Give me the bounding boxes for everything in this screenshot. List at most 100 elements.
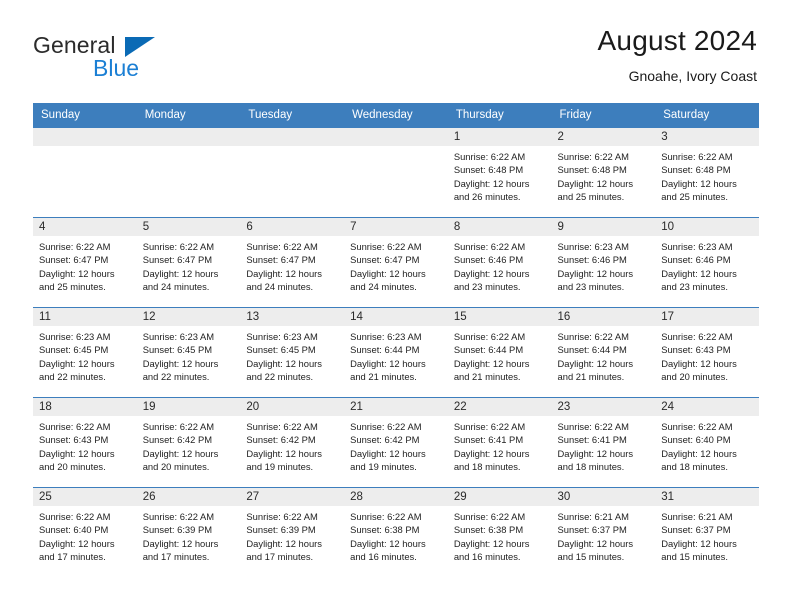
calendar-day-cell[interactable]: 7 Sunrise: 6:22 AM Sunset: 6:47 PM Daylight… [344,217,448,308]
day-number: 25 [33,488,137,506]
sunrise-text: Sunrise: 6:23 AM [350,331,422,342]
calendar-day-cell[interactable]: 1 Sunrise: 6:22 AM Sunset: 6:48 PM Daylight… [447,127,552,218]
day-number: 5 [136,218,241,236]
day-number: 1 [447,128,552,146]
day-number: 21 [344,398,448,416]
sunset-text: Sunset: 6:37 PM [661,524,731,536]
weekday-header-monday: Monday [136,103,241,128]
calendar-day-cell[interactable]: 9 Sunrise: 6:23 AM Sunset: 6:46 PM Daylight… [551,217,656,308]
daylight-text-line1: Daylight: 12 hours [453,357,530,369]
daylight-text-line1: Daylight: 12 hours [557,537,634,549]
sunset-text: Sunset: 6:46 PM [661,254,731,266]
generalblue-logo[interactable]: General Blue [33,24,163,80]
calendar-day-cell[interactable]: 19 Sunrise: 6:22 AM Sunset: 6:42 PM Dayligh… [136,397,241,488]
sunset-text: Sunset: 6:46 PM [453,254,524,266]
sunrise-text: Sunrise: 6:22 AM [661,421,733,432]
day-details: Sunrise: 6:22 AM Sunset: 6:44 PM Daylight:… [448,326,552,383]
daylight-text-line2: and 20 minutes. [142,460,210,472]
sunrise-text: Sunrise: 6:21 AM [661,511,733,522]
calendar-day-cell[interactable]: 27 Sunrise: 6:22 AM Sunset: 6:39 PM Dayligh… [240,487,345,578]
day-details: Sunrise: 6:22 AM Sunset: 6:42 PM Daylight:… [344,416,448,473]
calendar-day-cell[interactable]: 18 Sunrise: 6:22 AM Sunset: 6:43 PM Dayligh… [33,397,137,488]
daylight-text-line1: Daylight: 12 hours [453,447,530,459]
day-details: Sunrise: 6:22 AM Sunset: 6:47 PM Daylight:… [137,236,241,293]
day-number [240,128,345,146]
daylight-text-line1: Daylight: 12 hours [350,447,426,459]
day-number: 17 [655,308,759,326]
calendar-day-cell[interactable]: 29 Sunrise: 6:22 AM Sunset: 6:38 PM Dayligh… [447,487,552,578]
calendar-day-cell[interactable]: 16 Sunrise: 6:22 AM Sunset: 6:44 PM Dayligh… [551,307,656,398]
sunrise-text: Sunrise: 6:22 AM [350,511,422,522]
day-number: 10 [655,218,759,236]
calendar-day-cell[interactable]: 12 Sunrise: 6:23 AM Sunset: 6:45 PM Dayligh… [136,307,241,398]
daylight-text-line2: and 17 minutes. [142,550,210,562]
calendar-day-cell[interactable]: 2 Sunrise: 6:22 AM Sunset: 6:48 PM Daylight… [551,127,656,218]
daylight-text-line2: and 23 minutes. [557,280,625,292]
sunset-text: Sunset: 6:39 PM [246,524,316,536]
sunset-text: Sunset: 6:41 PM [453,434,524,446]
sunset-text: Sunset: 6:42 PM [350,434,420,446]
daylight-text-line2: and 24 minutes. [142,280,210,292]
weekday-header-saturday: Saturday [655,103,759,128]
logo-text-blue: Blue [93,55,140,81]
sunset-text: Sunset: 6:48 PM [661,164,731,176]
calendar-day-cell[interactable]: 30 Sunrise: 6:21 AM Sunset: 6:37 PM Dayligh… [551,487,656,578]
daylight-text-line1: Daylight: 12 hours [350,267,426,279]
calendar-day-cell[interactable]: 8 Sunrise: 6:22 AM Sunset: 6:46 PM Daylight… [447,217,552,308]
calendar-day-cell[interactable]: 11 Sunrise: 6:23 AM Sunset: 6:45 PM Dayligh… [33,307,137,398]
calendar-day-cell[interactable]: 26 Sunrise: 6:22 AM Sunset: 6:39 PM Dayligh… [136,487,241,578]
sunrise-text: Sunrise: 6:22 AM [661,151,733,162]
day-details: Sunrise: 6:23 AM Sunset: 6:45 PM Daylight:… [33,326,137,383]
weekday-header-friday: Friday [551,103,656,128]
day-details: Sunrise: 6:21 AM Sunset: 6:37 PM Daylight:… [552,506,656,563]
calendar-day-cell[interactable]: 24 Sunrise: 6:22 AM Sunset: 6:40 PM Dayligh… [655,397,759,488]
page-title: August 2024 [597,25,757,56]
daylight-text-line1: Daylight: 12 hours [557,357,634,369]
sunset-text: Sunset: 6:42 PM [142,434,213,446]
calendar-day-cell[interactable]: 10 Sunrise: 6:23 AM Sunset: 6:46 PM Dayligh… [655,217,759,308]
sunset-text: Sunset: 6:43 PM [39,434,109,446]
weekday-header-wednesday: Wednesday [344,103,448,128]
daylight-text-line2: and 26 minutes. [453,190,521,202]
calendar-day-cell[interactable]: 17 Sunrise: 6:22 AM Sunset: 6:43 PM Dayligh… [655,307,759,398]
sunrise-text: Sunrise: 6:22 AM [453,511,526,522]
daylight-text-line1: Daylight: 12 hours [39,357,115,369]
sunset-text: Sunset: 6:47 PM [142,254,213,266]
sunrise-text: Sunrise: 6:22 AM [39,421,111,432]
sunrise-text: Sunrise: 6:22 AM [142,511,215,522]
sunset-text: Sunset: 6:47 PM [350,254,420,266]
calendar-day-cell[interactable]: 31 Sunrise: 6:21 AM Sunset: 6:37 PM Dayligh… [655,487,759,578]
calendar-day-cell[interactable]: 4 Sunrise: 6:22 AM Sunset: 6:47 PM Daylight… [33,217,137,308]
calendar-day-cell[interactable]: 13 Sunrise: 6:23 AM Sunset: 6:45 PM Dayligh… [240,307,345,398]
calendar-day-cell[interactable]: 23 Sunrise: 6:22 AM Sunset: 6:41 PM Dayligh… [551,397,656,488]
daylight-text-line1: Daylight: 12 hours [661,537,737,549]
day-number [33,128,137,146]
day-number: 9 [551,218,656,236]
daylight-text-line1: Daylight: 12 hours [39,267,115,279]
sunset-text: Sunset: 6:41 PM [557,434,627,446]
day-details: Sunrise: 6:22 AM Sunset: 6:43 PM Daylight:… [655,326,759,383]
calendar-day-cell[interactable]: 28 Sunrise: 6:22 AM Sunset: 6:38 PM Dayligh… [344,487,448,578]
day-details: Sunrise: 6:23 AM Sunset: 6:45 PM Daylight:… [240,326,344,383]
calendar-day-cell[interactable]: 15 Sunrise: 6:22 AM Sunset: 6:44 PM Dayligh… [447,307,552,398]
calendar-day-cell[interactable]: 14 Sunrise: 6:23 AM Sunset: 6:44 PM Dayligh… [344,307,448,398]
day-number: 30 [551,488,656,506]
calendar-day-cell[interactable]: 22 Sunrise: 6:22 AM Sunset: 6:41 PM Dayligh… [447,397,552,488]
sunrise-text: Sunrise: 6:22 AM [246,241,318,252]
day-details: Sunrise: 6:22 AM Sunset: 6:47 PM Daylight:… [344,236,448,293]
calendar-day-cell[interactable]: 5 Sunrise: 6:22 AM Sunset: 6:47 PM Daylight… [136,217,241,308]
calendar-day-cell[interactable]: 20 Sunrise: 6:22 AM Sunset: 6:42 PM Dayligh… [240,397,345,488]
calendar-day-cell[interactable]: 21 Sunrise: 6:22 AM Sunset: 6:42 PM Dayligh… [344,397,448,488]
calendar-day-cell[interactable]: 3 Sunrise: 6:22 AM Sunset: 6:48 PM Daylight… [655,127,759,218]
day-number: 2 [551,128,656,146]
calendar-page: General Blue August 2024 Gnoahe, Ivory C… [0,0,792,612]
calendar-day-cell[interactable]: 6 Sunrise: 6:22 AM Sunset: 6:47 PM Daylight… [240,217,345,308]
day-number: 24 [655,398,759,416]
daylight-text-line1: Daylight: 12 hours [453,537,530,549]
daylight-text-line1: Daylight: 12 hours [661,267,737,279]
daylight-text-line2: and 25 minutes. [557,190,625,202]
day-number: 16 [551,308,656,326]
day-details: Sunrise: 6:22 AM Sunset: 6:38 PM Daylight:… [344,506,448,563]
sunrise-text: Sunrise: 6:22 AM [350,241,422,252]
calendar-day-cell[interactable]: 25 Sunrise: 6:22 AM Sunset: 6:40 PM Dayligh… [33,487,137,578]
